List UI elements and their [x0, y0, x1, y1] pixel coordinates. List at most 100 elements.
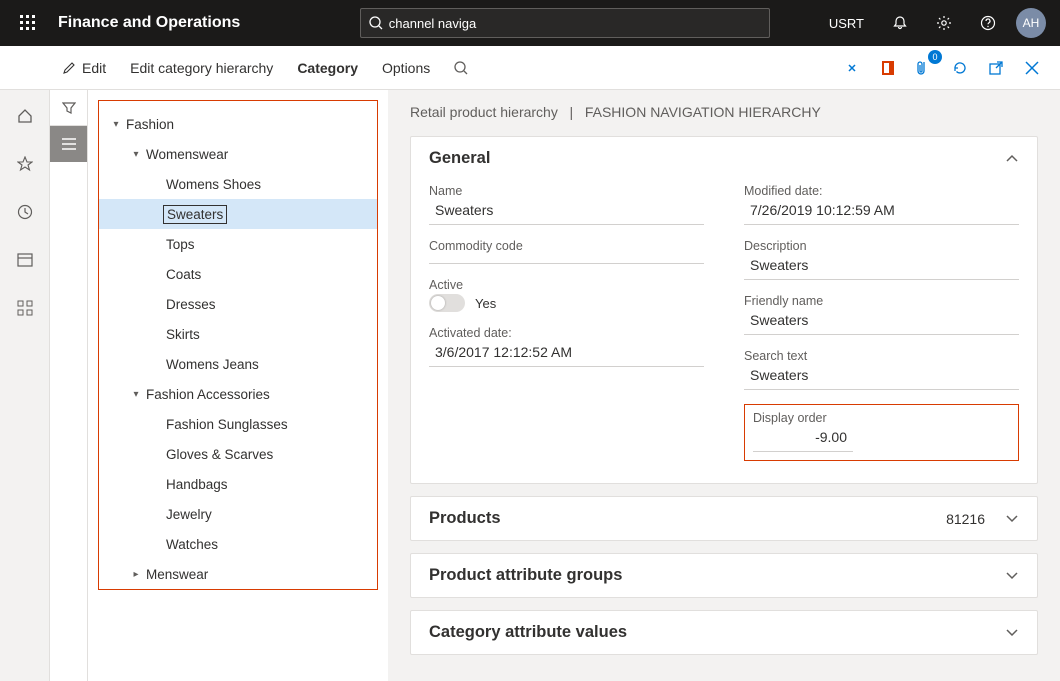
- active-label: Active: [429, 278, 704, 292]
- activated-label: Activated date:: [429, 326, 704, 340]
- bell-icon[interactable]: [880, 0, 920, 46]
- options-tab[interactable]: Options: [370, 52, 442, 84]
- commodity-label: Commodity code: [429, 239, 704, 253]
- tree-item[interactable]: ▾Womenswear: [99, 139, 377, 169]
- general-header[interactable]: General: [411, 137, 1037, 180]
- modified-field[interactable]: 7/26/2019 10:12:59 AM: [744, 198, 1019, 225]
- close-icon[interactable]: [1018, 54, 1046, 82]
- gear-icon[interactable]: [924, 0, 964, 46]
- name-label: Name: [429, 184, 704, 198]
- attachments-icon[interactable]: 0: [910, 54, 938, 82]
- tree-item-label: Fashion Accessories: [143, 386, 273, 403]
- attr-groups-card[interactable]: Product attribute groups: [410, 553, 1038, 598]
- description-field[interactable]: Sweaters: [744, 253, 1019, 280]
- workspace-icon[interactable]: [9, 244, 41, 276]
- modules-icon[interactable]: [9, 292, 41, 324]
- tree-item[interactable]: Gloves & Scarves: [99, 439, 377, 469]
- tree-item-label: Skirts: [163, 326, 203, 343]
- chevron-right-icon[interactable]: ▸: [129, 569, 143, 580]
- tree-item[interactable]: ▾Fashion: [99, 109, 377, 139]
- tree-item[interactable]: Tops: [99, 229, 377, 259]
- nav-column: [50, 90, 88, 681]
- tree-item-label: Tops: [163, 236, 198, 253]
- tree-item-label: Dresses: [163, 296, 219, 313]
- tree-item[interactable]: Fashion Sunglasses: [99, 409, 377, 439]
- popout-icon[interactable]: [982, 54, 1010, 82]
- tree-item[interactable]: Handbags: [99, 469, 377, 499]
- help-icon[interactable]: [968, 0, 1008, 46]
- global-search[interactable]: [360, 8, 770, 38]
- breadcrumb-current: FASHION NAVIGATION HIERARCHY: [585, 104, 821, 120]
- tree-item-label: Handbags: [163, 476, 231, 493]
- chevron-up-icon: [1005, 154, 1019, 164]
- pencil-icon: [62, 61, 76, 75]
- main-content: Retail product hierarchy | FASHION NAVIG…: [388, 90, 1060, 681]
- tree-item[interactable]: Skirts: [99, 319, 377, 349]
- tree-item[interactable]: Sweaters: [99, 199, 377, 229]
- office-icon[interactable]: [874, 54, 902, 82]
- tree-item-label: Fashion Sunglasses: [163, 416, 291, 433]
- tree-item-label: Watches: [163, 536, 221, 553]
- display-order-field[interactable]: -9.00: [753, 425, 853, 452]
- tree-item[interactable]: Coats: [99, 259, 377, 289]
- active-toggle[interactable]: [429, 294, 465, 312]
- home-icon[interactable]: [9, 100, 41, 132]
- attr-groups-title: Product attribute groups: [429, 566, 622, 585]
- star-icon[interactable]: [9, 148, 41, 180]
- chevron-down-icon[interactable]: ▾: [129, 389, 143, 400]
- activated-field[interactable]: 3/6/2017 12:12:52 AM: [429, 340, 704, 367]
- waffle-icon[interactable]: [8, 0, 48, 46]
- legal-entity[interactable]: USRT: [829, 16, 864, 31]
- search-label: Search text: [744, 349, 1019, 363]
- breadcrumb-parent[interactable]: Retail product hierarchy: [410, 104, 558, 120]
- general-card: General Name Sweaters Commodity code Act…: [410, 136, 1038, 484]
- list-view-icon[interactable]: [50, 126, 87, 162]
- chevron-down-icon: [1005, 571, 1019, 581]
- tree-item[interactable]: Womens Jeans: [99, 349, 377, 379]
- tree-item-label: Gloves & Scarves: [163, 446, 276, 463]
- global-header: Finance and Operations USRT AH: [0, 0, 1060, 46]
- name-field[interactable]: Sweaters: [429, 198, 704, 225]
- tree-item-label: Jewelry: [163, 506, 215, 523]
- chevron-down-icon: [1005, 514, 1019, 524]
- edit-button[interactable]: Edit: [50, 52, 118, 84]
- active-value: Yes: [475, 296, 496, 311]
- tree-item[interactable]: Jewelry: [99, 499, 377, 529]
- tree-item-label: Menswear: [143, 566, 211, 583]
- refresh-icon[interactable]: [946, 54, 974, 82]
- chevron-down-icon: [1005, 628, 1019, 638]
- user-avatar[interactable]: AH: [1016, 8, 1046, 38]
- link-icon[interactable]: [838, 54, 866, 82]
- tree-item-label: Fashion: [123, 116, 177, 133]
- tree-item-label: Womenswear: [143, 146, 231, 163]
- chevron-down-icon[interactable]: ▾: [129, 149, 143, 160]
- chevron-down-icon[interactable]: ▾: [109, 119, 123, 130]
- edit-hierarchy-button[interactable]: Edit category hierarchy: [118, 52, 285, 84]
- display-order-label: Display order: [753, 411, 1010, 425]
- search-field[interactable]: Sweaters: [744, 363, 1019, 390]
- tree-item-label: Sweaters: [163, 205, 227, 224]
- commodity-field[interactable]: [429, 253, 704, 264]
- recent-icon[interactable]: [9, 196, 41, 228]
- cat-attr-card[interactable]: Category attribute values: [410, 610, 1038, 655]
- tree-item[interactable]: ▾Fashion Accessories: [99, 379, 377, 409]
- tree-panel: ▾Fashion▾WomenswearWomens ShoesSweatersT…: [88, 90, 388, 681]
- filter-icon[interactable]: [50, 90, 87, 126]
- tree-item[interactable]: Watches: [99, 529, 377, 559]
- products-card[interactable]: Products 81216: [410, 496, 1038, 541]
- tree-item[interactable]: Womens Shoes: [99, 169, 377, 199]
- friendly-label: Friendly name: [744, 294, 1019, 308]
- app-title: Finance and Operations: [48, 14, 240, 32]
- friendly-field[interactable]: Sweaters: [744, 308, 1019, 335]
- search-input[interactable]: [383, 16, 761, 31]
- tree-item[interactable]: Dresses: [99, 289, 377, 319]
- category-tab[interactable]: Category: [285, 52, 370, 84]
- attachments-badge: 0: [928, 50, 942, 64]
- display-order-highlight: Display order -9.00: [744, 404, 1019, 461]
- action-toolbar: Edit Edit category hierarchy Category Op…: [0, 46, 1060, 90]
- products-count: 81216: [946, 511, 985, 527]
- toolbar-search-icon[interactable]: [442, 53, 480, 83]
- tree-item-label: Womens Shoes: [163, 176, 264, 193]
- modified-label: Modified date:: [744, 184, 1019, 198]
- tree-item[interactable]: ▸Menswear: [99, 559, 377, 589]
